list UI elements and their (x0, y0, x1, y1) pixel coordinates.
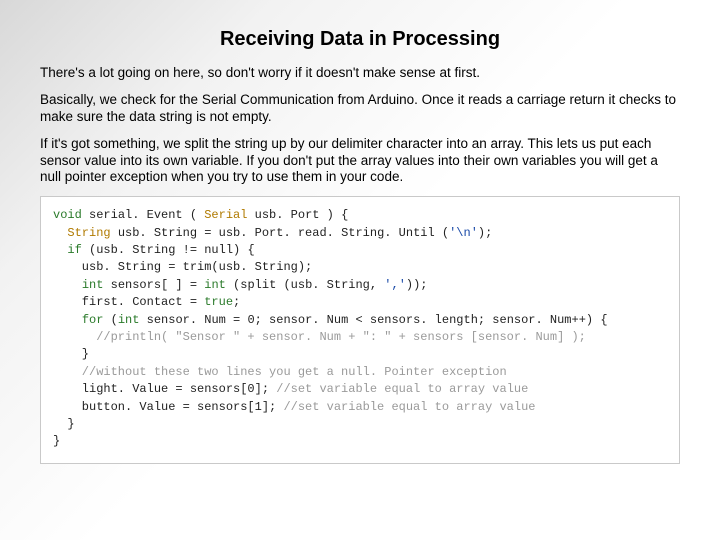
code-text: light. Value = sensors[0]; (53, 382, 276, 396)
code-text: ); (478, 226, 492, 240)
code-keyword: true (204, 295, 233, 309)
code-text: (usb. String != null) { (82, 243, 255, 257)
code-text: ; (233, 295, 240, 309)
code-text: ( (103, 313, 117, 327)
code-keyword: int (118, 313, 140, 327)
code-comment: //set variable equal to array value (276, 382, 528, 396)
paragraph-3: If it's got something, we split the stri… (40, 136, 680, 187)
code-comment: //set variable equal to array value (283, 400, 535, 414)
code-literal: ',' (384, 278, 406, 292)
code-text: sensors[ ] = (103, 278, 204, 292)
code-text: first. Contact = (53, 295, 204, 309)
code-text: usb. Port ) { (247, 208, 348, 222)
code-text: (split (usb. String, (226, 278, 384, 292)
code-text: )); (406, 278, 428, 292)
code-keyword: if (67, 243, 81, 257)
code-comment: //println( "Sensor " + sensor. Num + ": … (53, 330, 586, 344)
slide: Receiving Data in Processing There's a l… (0, 0, 720, 474)
code-text: usb. String = usb. Port. read. String. U… (111, 226, 449, 240)
code-text: } (53, 347, 89, 361)
code-text: sensor. Num = 0; sensor. Num < sensors. … (139, 313, 607, 327)
code-text: serial. Event ( (82, 208, 204, 222)
code-keyword: int (204, 278, 226, 292)
code-literal: '\n' (449, 226, 478, 240)
code-keyword: int (82, 278, 104, 292)
code-text: usb. String = trim(usb. String); (53, 260, 312, 274)
code-type: String (67, 226, 110, 240)
slide-title: Receiving Data in Processing (40, 28, 680, 51)
code-text: } (53, 434, 60, 448)
code-comment: //without these two lines you get a null… (53, 365, 507, 379)
code-text: } (53, 417, 75, 431)
code-type: Serial (204, 208, 247, 222)
code-block: void serial. Event ( Serial usb. Port ) … (40, 196, 680, 463)
code-keyword: void (53, 208, 82, 222)
paragraph-2: Basically, we check for the Serial Commu… (40, 92, 680, 126)
code-text: button. Value = sensors[1]; (53, 400, 283, 414)
paragraph-1: There's a lot going on here, so don't wo… (40, 65, 680, 82)
code-keyword: for (82, 313, 104, 327)
